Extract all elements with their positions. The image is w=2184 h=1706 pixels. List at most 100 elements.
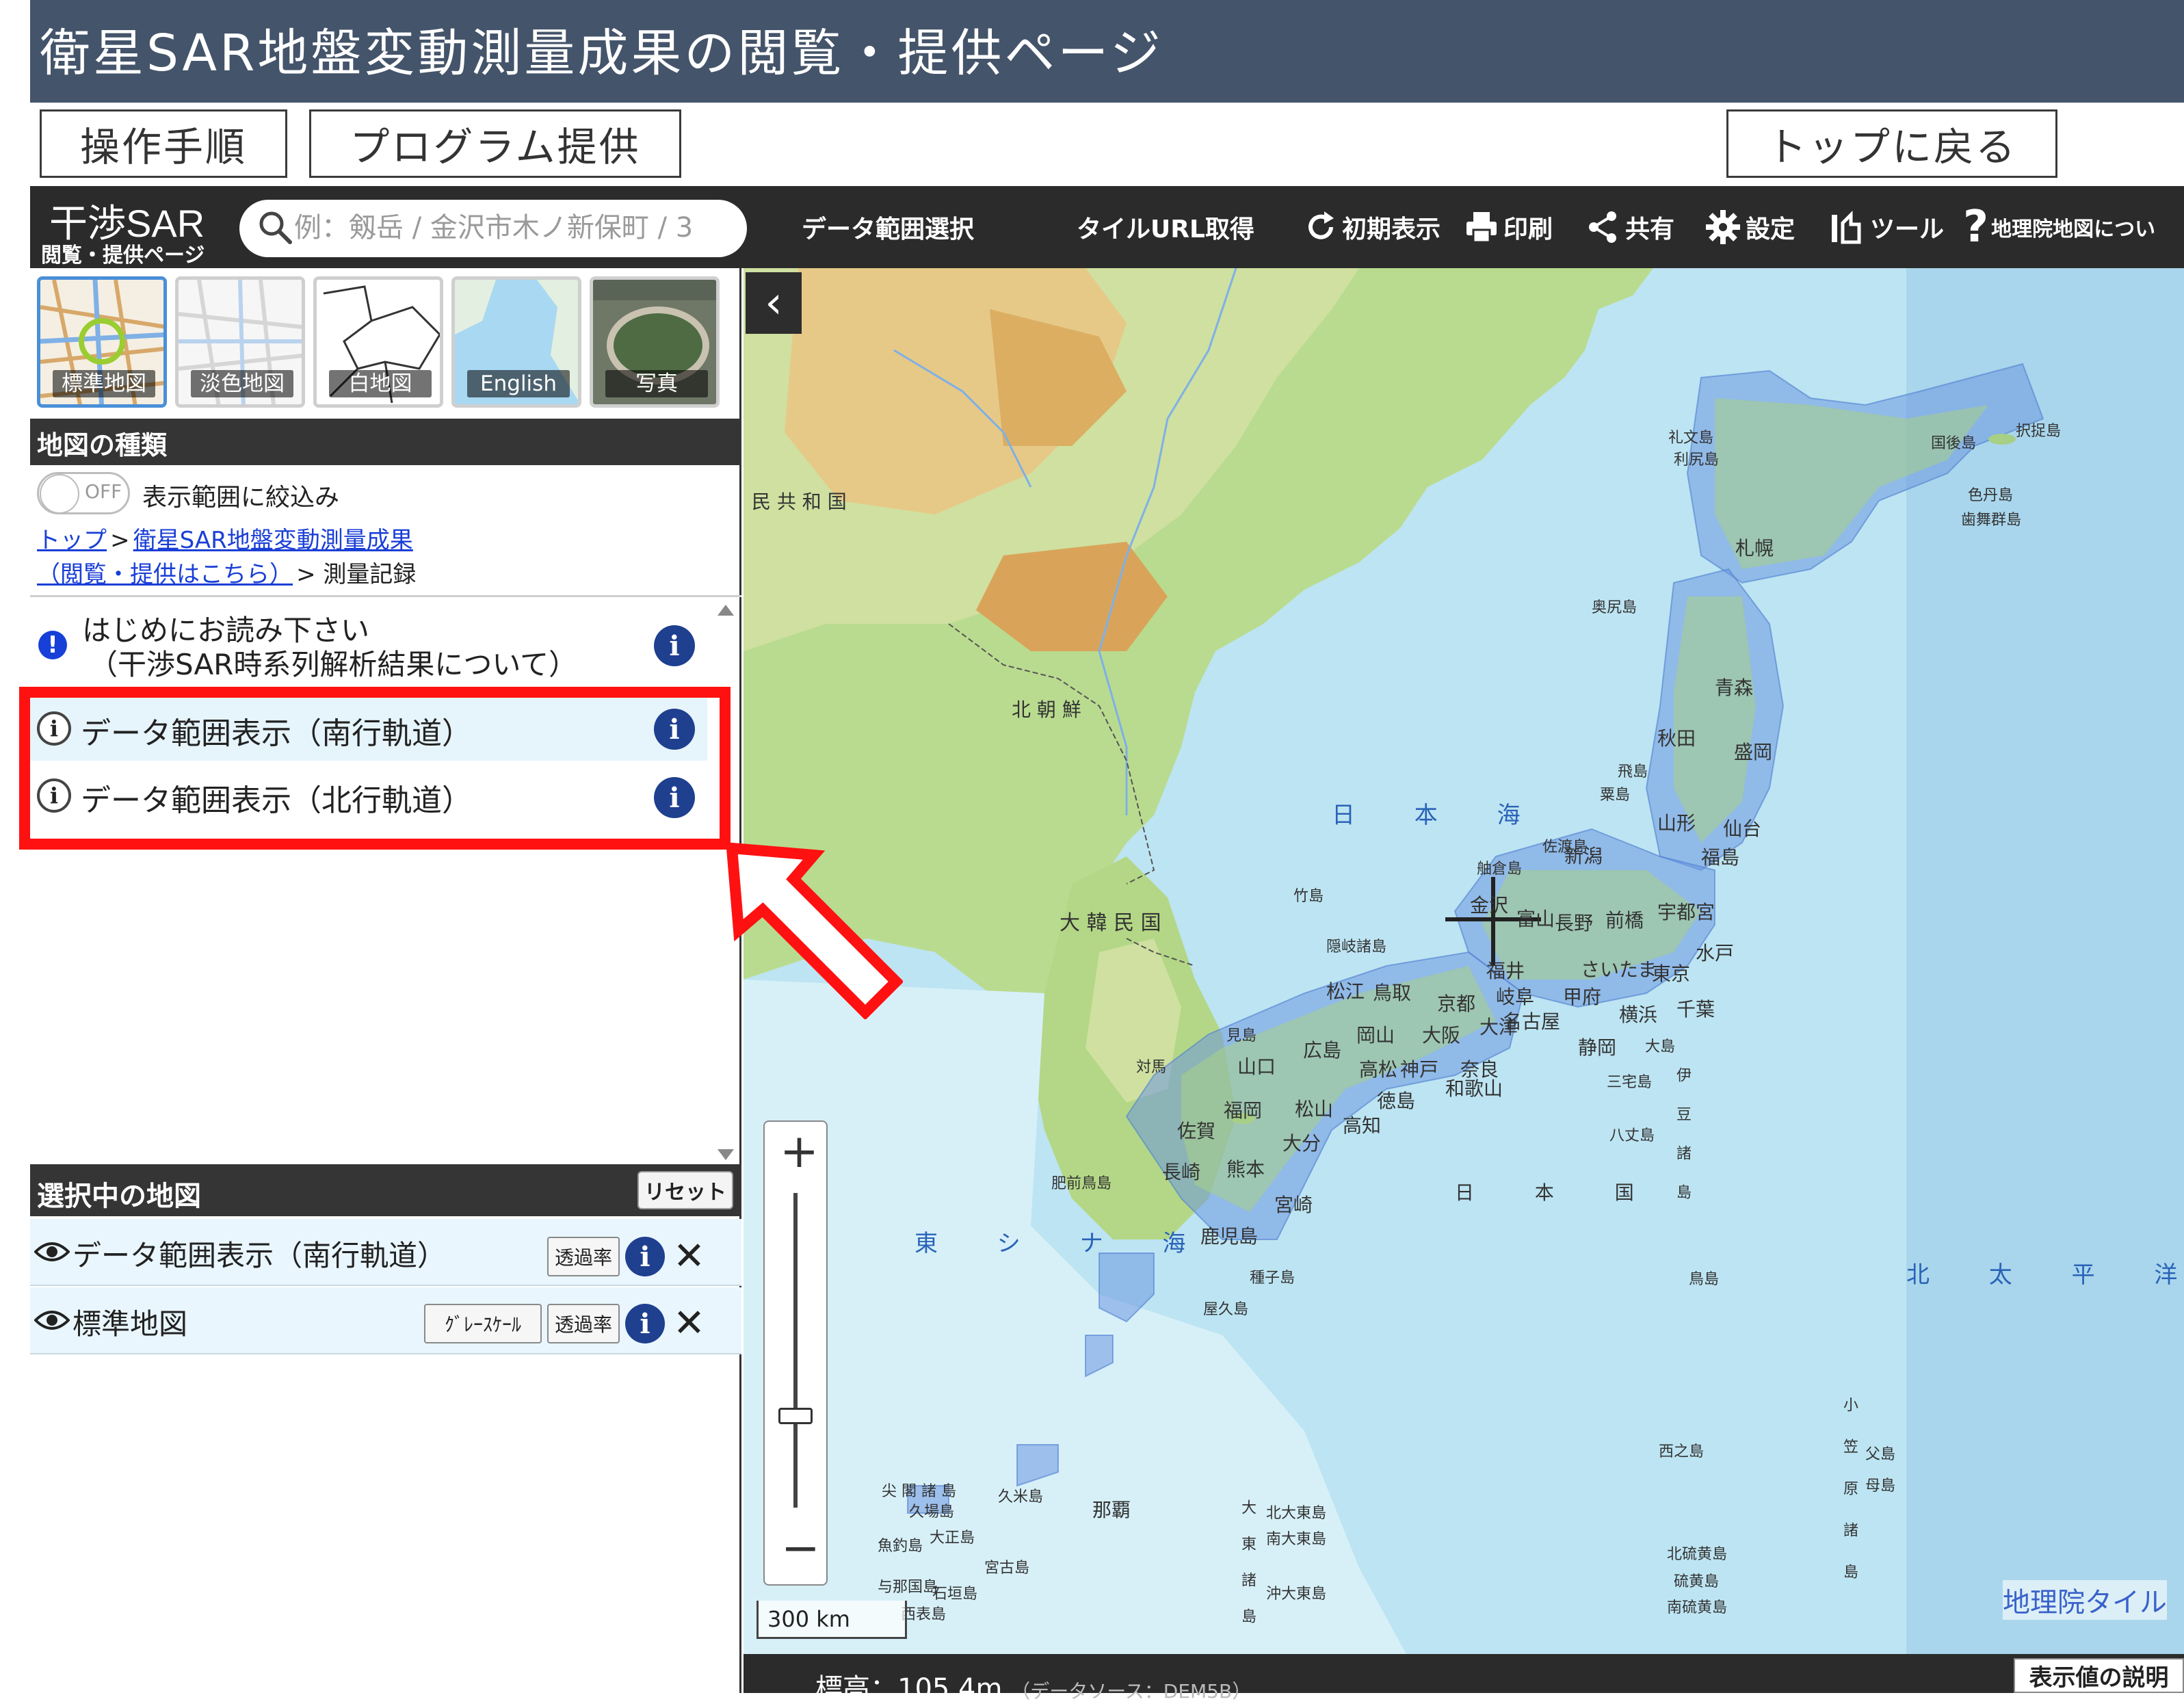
data-range-select-label: データ範囲選択 — [802, 215, 975, 244]
program-button[interactable]: プログラム提供 — [309, 109, 681, 178]
eye-icon[interactable] — [34, 1239, 70, 1264]
eye-icon[interactable] — [34, 1308, 70, 1333]
map-label-island: 西之島 — [1659, 1443, 1705, 1460]
remove-map-button[interactable]: ✕ — [673, 1234, 705, 1278]
basemap-blank[interactable]: 白地図 — [313, 276, 443, 408]
map-label-city: 宮崎 — [1274, 1194, 1313, 1216]
map-label-city: 那覇 — [1092, 1499, 1131, 1521]
exclamation-icon: ! — [38, 631, 67, 659]
basemap-photo[interactable]: 写真 — [590, 276, 720, 408]
basemap-standard[interactable]: 標準地図 — [37, 276, 167, 408]
left-panel — [30, 268, 741, 1693]
map-label-island: 択捉島 — [2016, 423, 2062, 440]
selected-map-name: 標準地図 — [73, 1307, 188, 1341]
value-description-button[interactable]: 表示値の説明 — [2014, 1658, 2184, 1693]
map-label-island: 国後島 — [1931, 435, 1977, 452]
map-label-island: 隠岐諸島 — [1326, 939, 1387, 956]
map-label-city: 前橋 — [1605, 909, 1644, 932]
basemap-english[interactable]: English — [451, 276, 581, 408]
divider — [30, 595, 741, 597]
remove-map-button[interactable]: ✕ — [673, 1301, 705, 1346]
map-label-island: 佐渡島 — [1542, 839, 1588, 856]
about-gsi-map-button[interactable]: ? 地理院地図につい — [1963, 200, 2155, 254]
map-label-city: 和歌山 — [1445, 1077, 1503, 1100]
search-input[interactable] — [293, 205, 731, 250]
elevation-readout: 標高：105.4m （データソース：DEM5B） — [815, 1666, 1251, 1706]
grayscale-button[interactable]: ｸﾞﾚｰｽｹｰﾙ — [424, 1304, 542, 1343]
info-button[interactable]: i — [625, 1304, 665, 1343]
map-canvas — [744, 268, 2184, 1693]
data-range-select-menu[interactable]: データ範囲選択 — [802, 200, 974, 254]
zoom-slider-handle[interactable] — [778, 1408, 813, 1424]
opacity-button[interactable]: 透過率 — [547, 1304, 620, 1343]
zoom-in-button[interactable]: + — [780, 1125, 819, 1179]
about-gsi-map-label: 地理院地図につい — [1991, 218, 2156, 241]
map-view[interactable]: 民 共 和 国 北 朝 鮮 大 韓 民 国 日 本 海 東 シ ナ 海 北 太 … — [744, 268, 2184, 1693]
breadcrumb-top-link[interactable]: トップ — [37, 527, 107, 554]
zoom-out-button[interactable]: − — [781, 1521, 820, 1575]
map-label-city: 千葉 — [1676, 998, 1715, 1021]
map-label-city: 大津 — [1479, 1016, 1518, 1038]
map-label-island: 種子島 — [1250, 1270, 1295, 1287]
map-label-city: 富山 — [1516, 908, 1555, 930]
map-label-island-group: 大 東 諸 島 — [1239, 1499, 1256, 1631]
map-label-island-group: 尖 閣 諸 島 — [882, 1483, 956, 1500]
tile-url-menu[interactable]: タイルURL取得 — [1077, 200, 1254, 254]
opacity-button[interactable]: 透過率 — [547, 1237, 620, 1276]
map-label-city: 高松 — [1359, 1058, 1398, 1081]
map-label-city: 秋田 — [1657, 727, 1696, 750]
collapse-panel-button[interactable]: ‹ — [746, 272, 802, 334]
map-label-city: 福岡 — [1224, 1099, 1263, 1122]
map-label-island: 南大東島 — [1266, 1531, 1327, 1548]
initial-view-button[interactable]: 初期表示 — [1304, 200, 1440, 254]
share-label: 共有 — [1625, 215, 1675, 244]
map-label-island: 与那国島 — [878, 1579, 938, 1596]
map-label-island-group: 伊 豆 諸 島 — [1674, 1067, 1691, 1209]
tools-button[interactable]: ツール — [1828, 200, 1944, 254]
reset-button[interactable]: リセット — [637, 1171, 733, 1209]
map-label-city: 広島 — [1303, 1039, 1342, 1062]
map-label-sea: 北 太 平 洋 — [1906, 1261, 2184, 1289]
breadcrumb-separator: > — [110, 527, 130, 554]
map-label-city: 岐阜 — [1496, 986, 1535, 1008]
map-label-island: 久米島 — [998, 1488, 1044, 1506]
display-range-filter-label: 表示範囲に絞込み — [142, 484, 340, 512]
settings-button[interactable]: 設定 — [1705, 200, 1795, 254]
zoom-slider-track[interactable] — [793, 1193, 798, 1508]
map-label-city: 東京 — [1652, 962, 1691, 985]
basemap-pale-label: 淡色地図 — [191, 370, 293, 397]
breadcrumb-sar-results-link[interactable]: 衛星SAR地盤変動測量成果 — [133, 527, 413, 554]
map-label-island: 対馬 — [1136, 1059, 1167, 1076]
map-label-island: 母島 — [1865, 1478, 1896, 1495]
procedure-button[interactable]: 操作手順 — [40, 109, 287, 178]
map-label-city: 長野 — [1555, 912, 1594, 934]
map-attribution[interactable]: 地理院タイル — [2003, 1580, 2167, 1620]
map-label-island: 父島 — [1865, 1446, 1896, 1463]
settings-label: 設定 — [1746, 215, 1795, 244]
info-button[interactable]: i — [625, 1237, 665, 1276]
map-label-island: 歯舞群島 — [1961, 512, 2022, 529]
print-label: 印刷 — [1503, 215, 1553, 244]
info-button[interactable]: i — [654, 625, 695, 666]
map-label-city: 甲府 — [1563, 986, 1602, 1008]
initial-view-label: 初期表示 — [1342, 215, 1441, 244]
print-button[interactable]: 印刷 — [1464, 200, 1553, 254]
printer-icon — [1466, 212, 1497, 244]
share-button[interactable]: 共有 — [1586, 200, 1674, 254]
elevation-value: 標高：105.4m — [815, 1673, 1003, 1705]
map-label-island: 肥前鳥島 — [1051, 1175, 1112, 1192]
selected-maps-section-title: 選択中の地図 — [37, 1181, 201, 1212]
highlight-box — [19, 687, 731, 850]
search-icon[interactable] — [254, 207, 295, 248]
basemap-pale[interactable]: 淡色地図 — [175, 276, 305, 408]
back-to-top-button[interactable]: トップに戻る — [1726, 109, 2057, 178]
map-label-island: 鳥島 — [1689, 1271, 1720, 1288]
refresh-icon — [1308, 211, 1334, 239]
selected-map-name: データ範囲表示（南行軌道） — [73, 1239, 447, 1272]
basemap-standard-label: 標準地図 — [53, 370, 155, 397]
map-label-city: 横浜 — [1619, 1003, 1658, 1026]
map-label-island: 久場島 — [909, 1504, 955, 1521]
map-label-island: 色丹島 — [1968, 487, 2014, 504]
breadcrumb-viewing-link[interactable]: （閲覧・提供はこちら） — [37, 561, 293, 588]
map-label-city: 青森 — [1715, 677, 1754, 699]
